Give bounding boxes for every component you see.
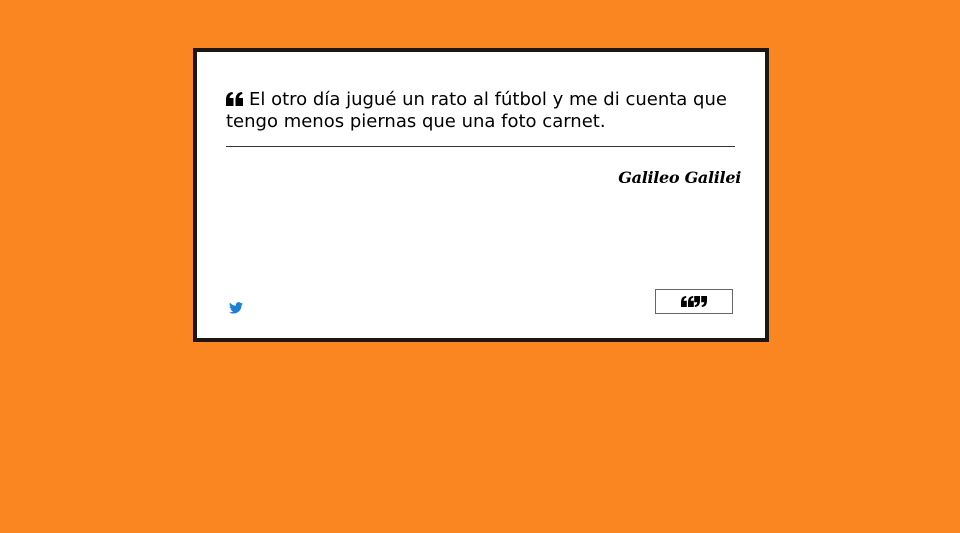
divider [226, 146, 735, 147]
quote-marks-icon [681, 296, 707, 307]
new-quote-button[interactable] [655, 289, 733, 314]
quote-author: Galileo Galilei [618, 168, 741, 187]
tweet-button[interactable] [229, 299, 243, 314]
quote-text: El otro día jugué un rato al fútbol y me… [226, 89, 727, 132]
quote-card: El otro día jugué un rato al fútbol y me… [193, 48, 769, 342]
quote-block: El otro día jugué un rato al fútbol y me… [226, 89, 746, 133]
quote-left-icon [226, 92, 243, 106]
twitter-icon [229, 302, 243, 314]
